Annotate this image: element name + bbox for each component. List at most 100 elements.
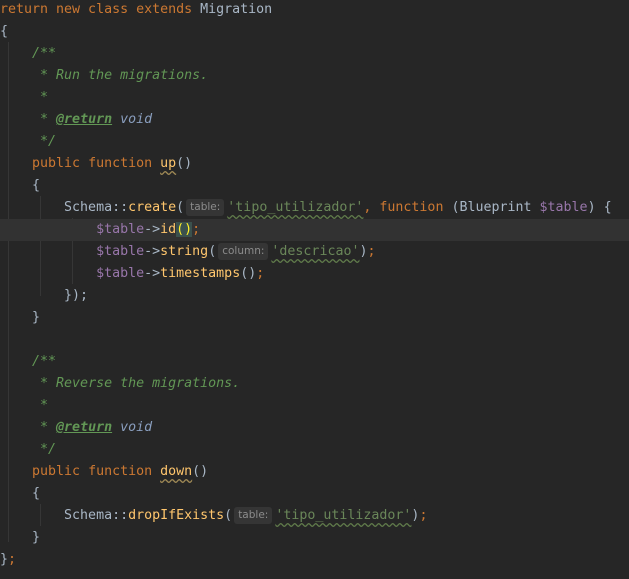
code-token: -> (144, 222, 161, 237)
parameter-hint: table: (186, 199, 225, 216)
code-token: ( (208, 244, 217, 259)
code-token: , function (363, 200, 452, 215)
code-line[interactable]: Schema::dropIfExists(table:'tipo_utiliza… (0, 505, 629, 527)
code-token: } (0, 310, 41, 325)
code-token: public function (32, 464, 161, 479)
code-line[interactable]: * Run the migrations. (0, 65, 629, 87)
code-line[interactable]: */ (0, 439, 629, 461)
code-line[interactable]: return new class extends Migration (0, 0, 629, 21)
code-line[interactable] (0, 329, 629, 351)
code-line[interactable]: { (0, 483, 629, 505)
code-token: () (176, 156, 193, 171)
code-line[interactable]: $table->string(column:'descricao'); (0, 241, 629, 263)
code-token: */ (40, 134, 57, 149)
code-token: () (176, 222, 193, 237)
code-token: /** (32, 354, 57, 369)
code-token: ; (256, 266, 265, 281)
code-token: down (160, 464, 193, 479)
code-line[interactable]: * (0, 395, 629, 417)
code-token: @return (56, 112, 113, 127)
code-token: * (40, 112, 57, 127)
code-token: Migration (200, 2, 273, 17)
code-token: void (120, 420, 153, 435)
code-token: public function (32, 156, 161, 171)
code-line[interactable]: { (0, 21, 629, 43)
code-token: $table (96, 222, 145, 237)
code-line[interactable]: public function up() (0, 153, 629, 175)
code-token: ) { (587, 200, 612, 215)
code-token: 'descricao' (271, 244, 360, 259)
code-line[interactable]: } (0, 307, 629, 329)
code-token: * (40, 420, 57, 435)
code-token: dropIfExists (128, 508, 225, 523)
code-line[interactable]: $table->timestamps(); (0, 263, 629, 285)
code-line[interactable]: /** (0, 351, 629, 373)
code-token: ; (367, 244, 376, 259)
code-line[interactable]: * @return void (0, 109, 629, 131)
parameter-hint: table: (234, 507, 273, 524)
code-token: }); (0, 288, 89, 303)
code-token: ( (176, 200, 185, 215)
code-token: * Reverse the migrations. (40, 376, 241, 391)
code-token: @return (56, 420, 113, 435)
code-line[interactable]: * (0, 87, 629, 109)
code-line[interactable]: */ (0, 131, 629, 153)
code-token: timestamps (160, 266, 241, 281)
code-line[interactable]: * Reverse the migrations. (0, 373, 629, 395)
code-token: void (120, 112, 153, 127)
code-token: { (0, 178, 41, 193)
code-token: $table (96, 266, 145, 281)
code-token: /** (32, 46, 57, 61)
code-editor[interactable]: return new class extends Migration{ /** … (0, 0, 629, 579)
code-token: { (0, 24, 9, 39)
code-token: * (40, 90, 49, 105)
code-token: $table (539, 200, 588, 215)
code-token: create (128, 200, 177, 215)
code-token: * Run the migrations. (40, 68, 209, 83)
code-token: ; (419, 508, 428, 523)
code-token: -> (144, 266, 161, 281)
code-line[interactable]: public function down() (0, 461, 629, 483)
code-token: -> (144, 244, 161, 259)
parameter-hint: column: (218, 243, 269, 260)
code-line[interactable]: /** (0, 43, 629, 65)
code-line[interactable]: }; (0, 549, 629, 571)
code-token: () (240, 266, 257, 281)
code-token: */ (40, 442, 57, 457)
code-token: } (0, 530, 41, 545)
code-line[interactable]: * @return void (0, 417, 629, 439)
code-token: id (160, 222, 177, 237)
code-line[interactable]: } (0, 527, 629, 549)
code-line[interactable]: }); (0, 285, 629, 307)
code-token: 'tipo_utilizador' (227, 200, 364, 215)
code-token: $table (96, 244, 145, 259)
code-line[interactable]: Schema::create(table:'tipo_utilizador', … (0, 197, 629, 219)
code-token: Schema:: (0, 200, 129, 215)
code-line[interactable]: $table->id(); (0, 219, 629, 241)
code-token: } (0, 552, 9, 567)
code-line[interactable]: { (0, 175, 629, 197)
code-token: ( (224, 508, 233, 523)
code-token: (Blueprint (451, 200, 540, 215)
code-token: up (160, 156, 177, 171)
code-token: string (160, 244, 209, 259)
code-token: ; (192, 222, 201, 237)
code-token: Schema:: (0, 508, 129, 523)
code-token: ; (8, 552, 17, 567)
